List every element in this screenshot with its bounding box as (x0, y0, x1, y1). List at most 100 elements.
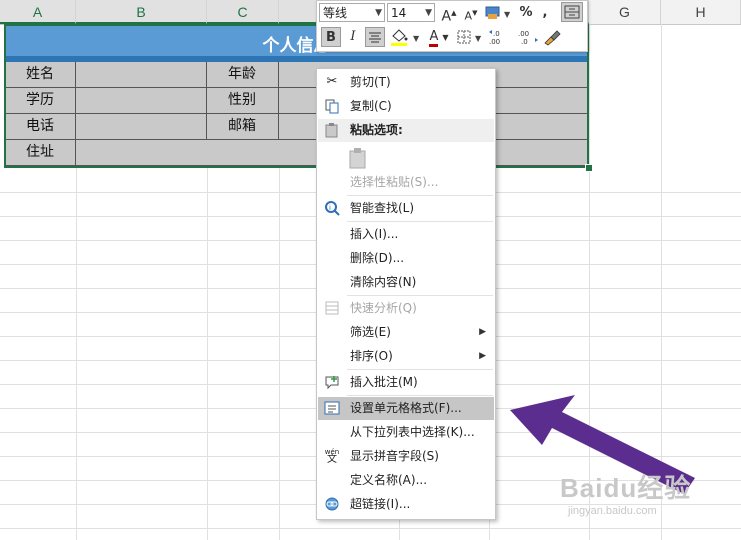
menu-item-sort[interactable]: 排序(O) ▶ (318, 345, 494, 368)
value-cell-phone[interactable] (76, 114, 207, 140)
menu-item-copy[interactable]: 复制(C) (318, 95, 494, 118)
paste-option-button[interactable] (318, 143, 494, 173)
svg-text:.00: .00 (518, 30, 529, 38)
format-painter-toggle[interactable] (561, 2, 583, 22)
submenu-arrow-icon: ▶ (479, 351, 486, 361)
paste-icon (324, 122, 340, 138)
svg-text:.0: .0 (521, 38, 528, 46)
font-size-select[interactable]: 14 ▼ (387, 3, 435, 22)
value-cell-name[interactable] (76, 62, 207, 88)
link-icon (324, 496, 340, 512)
fill-handle[interactable] (585, 164, 593, 172)
format-cells-icon (324, 400, 340, 416)
menu-item-label: 复制(C) (350, 99, 392, 113)
menu-separator (347, 221, 493, 222)
label-cell-address[interactable]: 住址 (5, 140, 76, 166)
menu-item-delete[interactable]: 删除(D)... (318, 247, 494, 270)
column-header-h[interactable]: H (661, 0, 741, 24)
svg-text:.00: .00 (489, 38, 500, 46)
format-painter-button[interactable] (541, 27, 563, 47)
font-color-button[interactable]: A ▼ (425, 27, 453, 47)
context-menu: ✂ 剪切(T) 复制(C) 粘贴选项: 选择性粘贴(S)... i 智能查找(L… (316, 68, 496, 520)
column-header-a[interactable]: A (0, 0, 76, 24)
menu-item-filter[interactable]: 筛选(E) ▶ (318, 321, 494, 344)
quick-analysis-icon (324, 300, 340, 316)
label-cell-gender[interactable]: 性别 (207, 88, 279, 114)
phonetic-icon: wén 文 (324, 448, 340, 465)
menu-item-quick-analysis: 快速分析(Q) (318, 297, 494, 320)
menu-item-cut[interactable]: ✂ 剪切(T) (318, 71, 494, 94)
svg-text:▼: ▼ (413, 34, 420, 43)
menu-item-label: 清除内容(N) (350, 275, 417, 289)
label-cell-email[interactable]: 邮箱 (207, 114, 279, 140)
italic-button[interactable]: I (345, 27, 361, 47)
menu-item-label: 显示拼音字段(S) (350, 449, 439, 463)
align-center-button[interactable] (365, 27, 385, 47)
shrink-font-icon: A (464, 9, 473, 23)
label-cell-phone[interactable]: 电话 (5, 114, 76, 140)
increase-decimal-button[interactable]: .0 .00 (487, 27, 513, 47)
accounting-format-button[interactable]: ▼ (483, 3, 511, 23)
column-header-b[interactable]: B (76, 0, 207, 24)
menu-item-define-name[interactable]: 定义名称(A)... (318, 469, 494, 492)
menu-item-show-phonetic[interactable]: wén 文 显示拼音字段(S) (318, 445, 494, 468)
watermark: Baidu经验 jingyan.baidu.com (560, 468, 740, 528)
menu-item-label: 删除(D)... (350, 251, 405, 265)
increase-decimal-icon: .0 .00 (489, 30, 500, 46)
decrease-decimal-button[interactable]: .00 .0 (515, 27, 541, 47)
font-size-value: 14 (391, 6, 407, 20)
submenu-arrow-icon: ▶ (479, 327, 486, 337)
column-header-g[interactable]: G (589, 0, 661, 24)
watermark-logo: Baidu经验 (560, 473, 692, 503)
chevron-down-icon: ▼ (425, 8, 432, 18)
svg-text:▼: ▼ (504, 10, 511, 19)
svg-text:i: i (329, 204, 331, 212)
menu-item-label: 智能查找(L) (350, 201, 415, 215)
fill-color-button[interactable]: ▼ (389, 27, 423, 47)
copy-icon (324, 98, 340, 114)
menu-item-insert-comment[interactable]: 插入批注(M) (318, 371, 494, 394)
menu-item-insert[interactable]: 插入(I)... (318, 223, 494, 246)
menu-item-label: 粘贴选项: (350, 123, 403, 137)
menu-item-label: 从下拉列表中选择(K)... (350, 425, 475, 439)
paintbrush-icon (544, 30, 561, 46)
column-header-c[interactable]: C (207, 0, 279, 24)
menu-item-hyperlink[interactable]: 超链接(I)... (318, 493, 494, 516)
menu-item-label: 定义名称(A)... (350, 473, 428, 487)
font-name-select[interactable]: 等线 ▼ (319, 3, 385, 22)
menu-item-paste-special: 选择性粘贴(S)... (318, 171, 494, 194)
grid-line (0, 528, 741, 529)
mini-toolbar: 等线 ▼ 14 ▼ A▲ A▼ ▼ % , B I ▼ A ▼ ▼ .0 .00… (316, 0, 588, 52)
accounting-format-icon: ▼ (485, 6, 511, 19)
label-cell-name[interactable]: 姓名 (5, 62, 76, 88)
menu-item-label: 插入批注(M) (350, 375, 418, 389)
menu-item-smart-lookup[interactable]: i 智能查找(L) (318, 197, 494, 220)
watermark-url: jingyan.baidu.com (568, 505, 657, 517)
bold-button[interactable]: B (321, 27, 341, 47)
borders-icon: ▼ (457, 30, 482, 44)
menu-separator (347, 195, 493, 196)
menu-item-label: 剪切(T) (350, 75, 391, 89)
borders-button[interactable]: ▼ (455, 27, 485, 47)
value-cell-education[interactable] (76, 88, 207, 114)
grow-font-icon: A (441, 8, 452, 25)
font-name-value: 等线 (323, 6, 348, 20)
fill-bucket-icon: ▼ (391, 29, 420, 46)
menu-item-format-cells[interactable]: 设置单元格格式(F)... (318, 397, 494, 420)
phonetic-icon-character: 文 (327, 454, 337, 465)
menu-item-clear-contents[interactable]: 清除内容(N) (318, 271, 494, 294)
menu-item-pick-from-list[interactable]: 从下拉列表中选择(K)... (318, 421, 494, 444)
merge-cells-icon (564, 5, 580, 19)
grow-font-button[interactable]: A▲ (441, 3, 457, 25)
shrink-font-button[interactable]: A▼ (463, 3, 479, 23)
menu-item-label: 筛选(E) (350, 325, 391, 339)
percent-style-button[interactable]: % (517, 3, 535, 23)
menu-item-label: 快速分析(Q) (350, 301, 417, 315)
comma-style-button[interactable]: , (539, 3, 551, 23)
paste-clipboard-icon (348, 147, 368, 169)
align-center-icon (369, 32, 381, 43)
menu-separator (347, 295, 493, 296)
label-cell-age[interactable]: 年龄 (207, 62, 279, 88)
font-color-icon: A (429, 29, 439, 47)
label-cell-education[interactable]: 学历 (5, 88, 76, 114)
